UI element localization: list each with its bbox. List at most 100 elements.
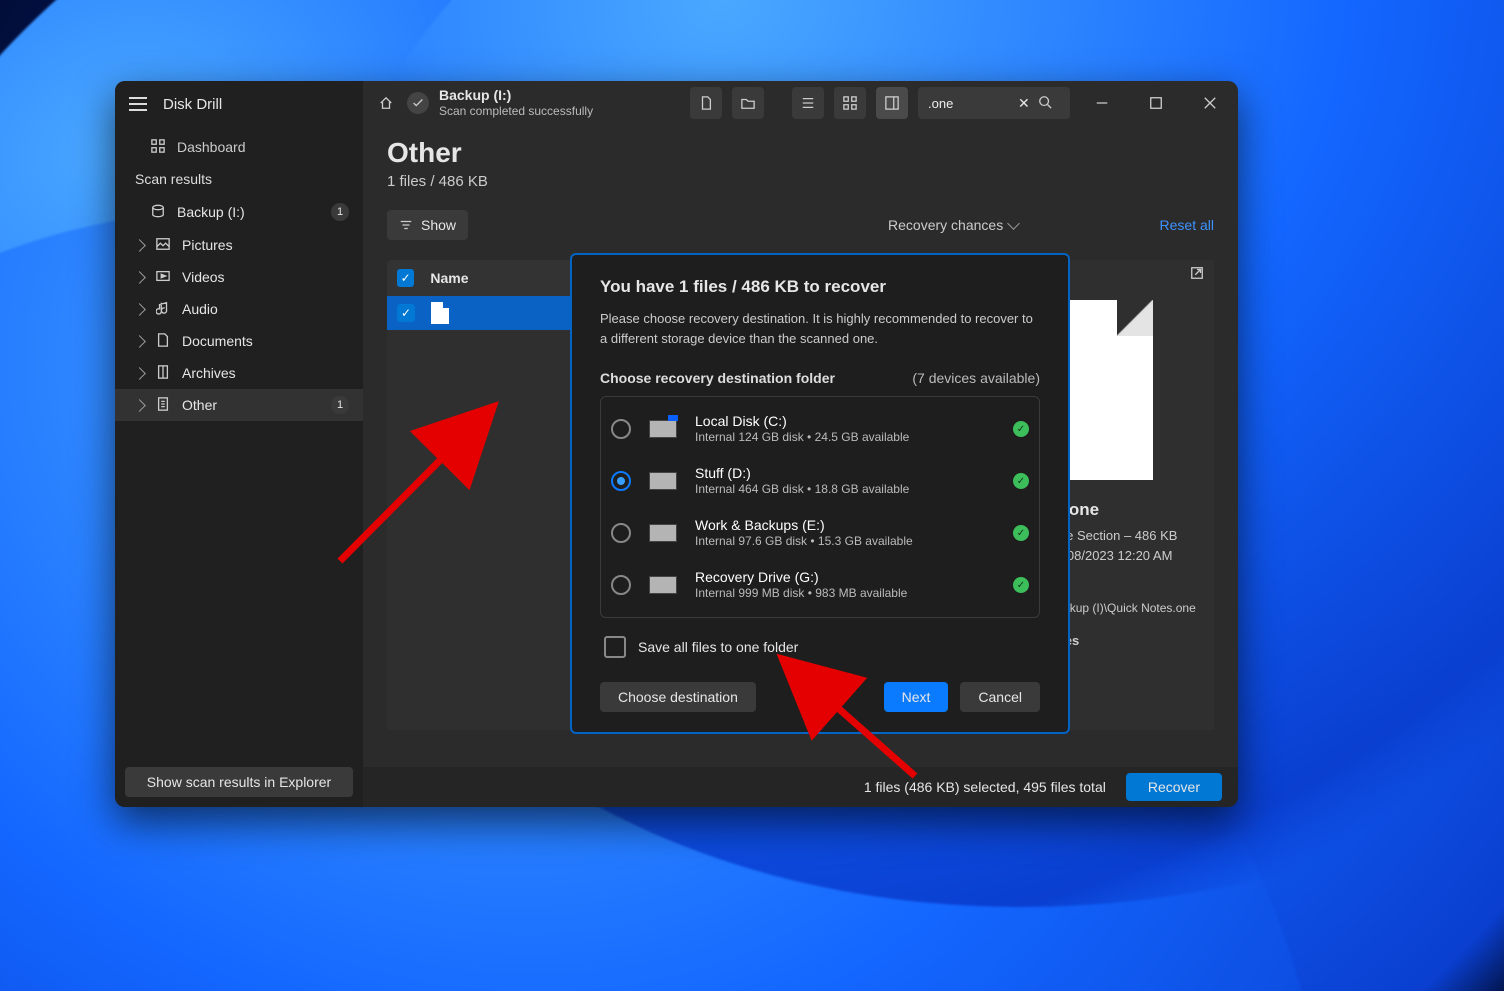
drive-icon [649, 472, 677, 490]
chevron-right-icon [133, 303, 146, 316]
sidebar-category-videos[interactable]: Videos [115, 261, 363, 293]
category-badge: 1 [331, 396, 349, 414]
device-option[interactable]: Recovery Drive (G:)Internal 999 MB disk … [611, 559, 1029, 611]
scan-root-badge: 1 [331, 203, 349, 221]
scan-root-label: Backup (I:) [177, 204, 245, 220]
sidebar-category-audio[interactable]: Audio [115, 293, 363, 325]
recovery-destination-dialog: You have 1 files / 486 KB to recover Ple… [570, 253, 1070, 734]
ok-check-icon: ✓ [1013, 473, 1029, 489]
chevron-down-icon [1007, 217, 1020, 230]
device-name: Recovery Drive (G:) [695, 568, 995, 586]
category-label: Other [182, 397, 217, 413]
sidebar: Disk Drill Dashboard Scan results Backup… [115, 81, 363, 807]
sidebar-category-pictures[interactable]: Pictures [115, 229, 363, 261]
dashboard-label: Dashboard [177, 139, 246, 155]
breadcrumb-subtitle: Scan completed successfully [439, 104, 593, 118]
other-icon [156, 397, 170, 414]
row-checkbox[interactable]: ✓ [397, 304, 415, 322]
scan-results-label: Scan results [115, 163, 363, 195]
search-field[interactable]: ✕ [918, 87, 1070, 119]
device-option[interactable]: Stuff (D:)Internal 464 GB disk • 18.8 GB… [611, 455, 1029, 507]
sidebar-category-documents[interactable]: Documents [115, 325, 363, 357]
next-button[interactable]: Next [884, 682, 949, 712]
videos-icon [156, 269, 170, 286]
hamburger-icon[interactable] [129, 97, 147, 111]
sidebar-item-dashboard[interactable]: Dashboard [115, 131, 363, 163]
search-icon[interactable] [1038, 95, 1052, 112]
device-name: Local Disk (C:) [695, 412, 995, 430]
window-maximize-button[interactable] [1134, 87, 1178, 119]
chevron-right-icon [133, 399, 146, 412]
scan-status-icon [407, 92, 429, 114]
ok-check-icon: ✓ [1013, 421, 1029, 437]
view-grid-button[interactable] [834, 87, 866, 119]
show-in-explorer-button[interactable]: Show scan results in Explorer [125, 767, 353, 797]
view-preview-button[interactable] [876, 87, 908, 119]
choose-destination-button[interactable]: Choose destination [600, 682, 756, 712]
select-all-checkbox[interactable]: ✓ [397, 269, 414, 287]
category-label: Audio [182, 301, 218, 317]
filter-chances[interactable]: Recovery chances [888, 217, 1018, 233]
file-icon [431, 302, 449, 324]
sidebar-category-archives[interactable]: Archives [115, 357, 363, 389]
dialog-title: You have 1 files / 486 KB to recover [600, 277, 1040, 297]
device-name: Stuff (D:) [695, 464, 995, 482]
archives-icon [156, 365, 170, 382]
pictures-icon [156, 237, 170, 254]
device-list: Local Disk (C:)Internal 124 GB disk • 24… [600, 396, 1040, 618]
device-details: Internal 999 MB disk • 983 MB available [695, 586, 995, 602]
chevron-right-icon [133, 367, 146, 380]
device-option[interactable]: Work & Backups (E:)Internal 97.6 GB disk… [611, 507, 1029, 559]
device-name: Work & Backups (E:) [695, 516, 995, 534]
pop-out-icon[interactable] [1190, 266, 1204, 283]
page-subtitle: 1 files / 486 KB [387, 173, 1214, 190]
search-input[interactable] [926, 95, 1010, 112]
statusbar: 1 files (486 KB) selected, 495 files tot… [363, 767, 1238, 807]
drive-icon [151, 204, 165, 221]
drive-icon [649, 524, 677, 542]
chevron-right-icon [133, 335, 146, 348]
reset-filters-link[interactable]: Reset all [1160, 217, 1214, 233]
device-details: Internal 464 GB disk • 18.8 GB available [695, 482, 995, 498]
documents-icon [156, 333, 170, 350]
drive-icon [649, 576, 677, 594]
category-label: Pictures [182, 237, 233, 253]
radio-icon [611, 419, 631, 439]
checkbox-icon [604, 636, 626, 658]
drive-icon [649, 420, 677, 438]
home-button[interactable] [375, 92, 397, 114]
app-title: Disk Drill [163, 96, 222, 113]
dialog-subheading: Choose recovery destination folder [600, 370, 835, 386]
window-minimize-button[interactable] [1080, 87, 1124, 119]
recover-button[interactable]: Recover [1126, 773, 1222, 801]
chevron-right-icon [133, 239, 146, 252]
status-summary: 1 files (486 KB) selected, 495 files tot… [864, 779, 1106, 795]
page-title: Other [387, 137, 1214, 169]
view-list-button[interactable] [792, 87, 824, 119]
device-details: Internal 124 GB disk • 24.5 GB available [695, 430, 995, 446]
cancel-button[interactable]: Cancel [960, 682, 1040, 712]
save-all-to-one-folder-checkbox[interactable]: Save all files to one folder [604, 636, 1040, 658]
radio-icon [611, 523, 631, 543]
window-close-button[interactable] [1188, 87, 1232, 119]
ok-check-icon: ✓ [1013, 525, 1029, 541]
ok-check-icon: ✓ [1013, 577, 1029, 593]
sidebar-category-other[interactable]: Other 1 [115, 389, 363, 421]
header: Backup (I:) Scan completed successfully [363, 81, 1238, 125]
view-folder-button[interactable] [732, 87, 764, 119]
filter-show-button[interactable]: Show [387, 210, 468, 240]
clear-search-icon[interactable]: ✕ [1018, 95, 1030, 112]
category-label: Archives [182, 365, 236, 381]
chevron-right-icon [133, 271, 146, 284]
radio-icon [611, 575, 631, 595]
dialog-devices-note: (7 devices available) [912, 370, 1040, 386]
sidebar-scan-root[interactable]: Backup (I:) 1 [115, 195, 363, 229]
dashboard-icon [151, 139, 165, 156]
device-details: Internal 97.6 GB disk • 15.3 GB availabl… [695, 534, 995, 550]
category-label: Videos [182, 269, 225, 285]
category-label: Documents [182, 333, 253, 349]
device-option[interactable]: Local Disk (C:)Internal 124 GB disk • 24… [611, 403, 1029, 455]
app-window: Disk Drill Dashboard Scan results Backup… [115, 81, 1238, 807]
view-file-button[interactable] [690, 87, 722, 119]
dialog-hint: Please choose recovery destination. It i… [600, 309, 1040, 348]
